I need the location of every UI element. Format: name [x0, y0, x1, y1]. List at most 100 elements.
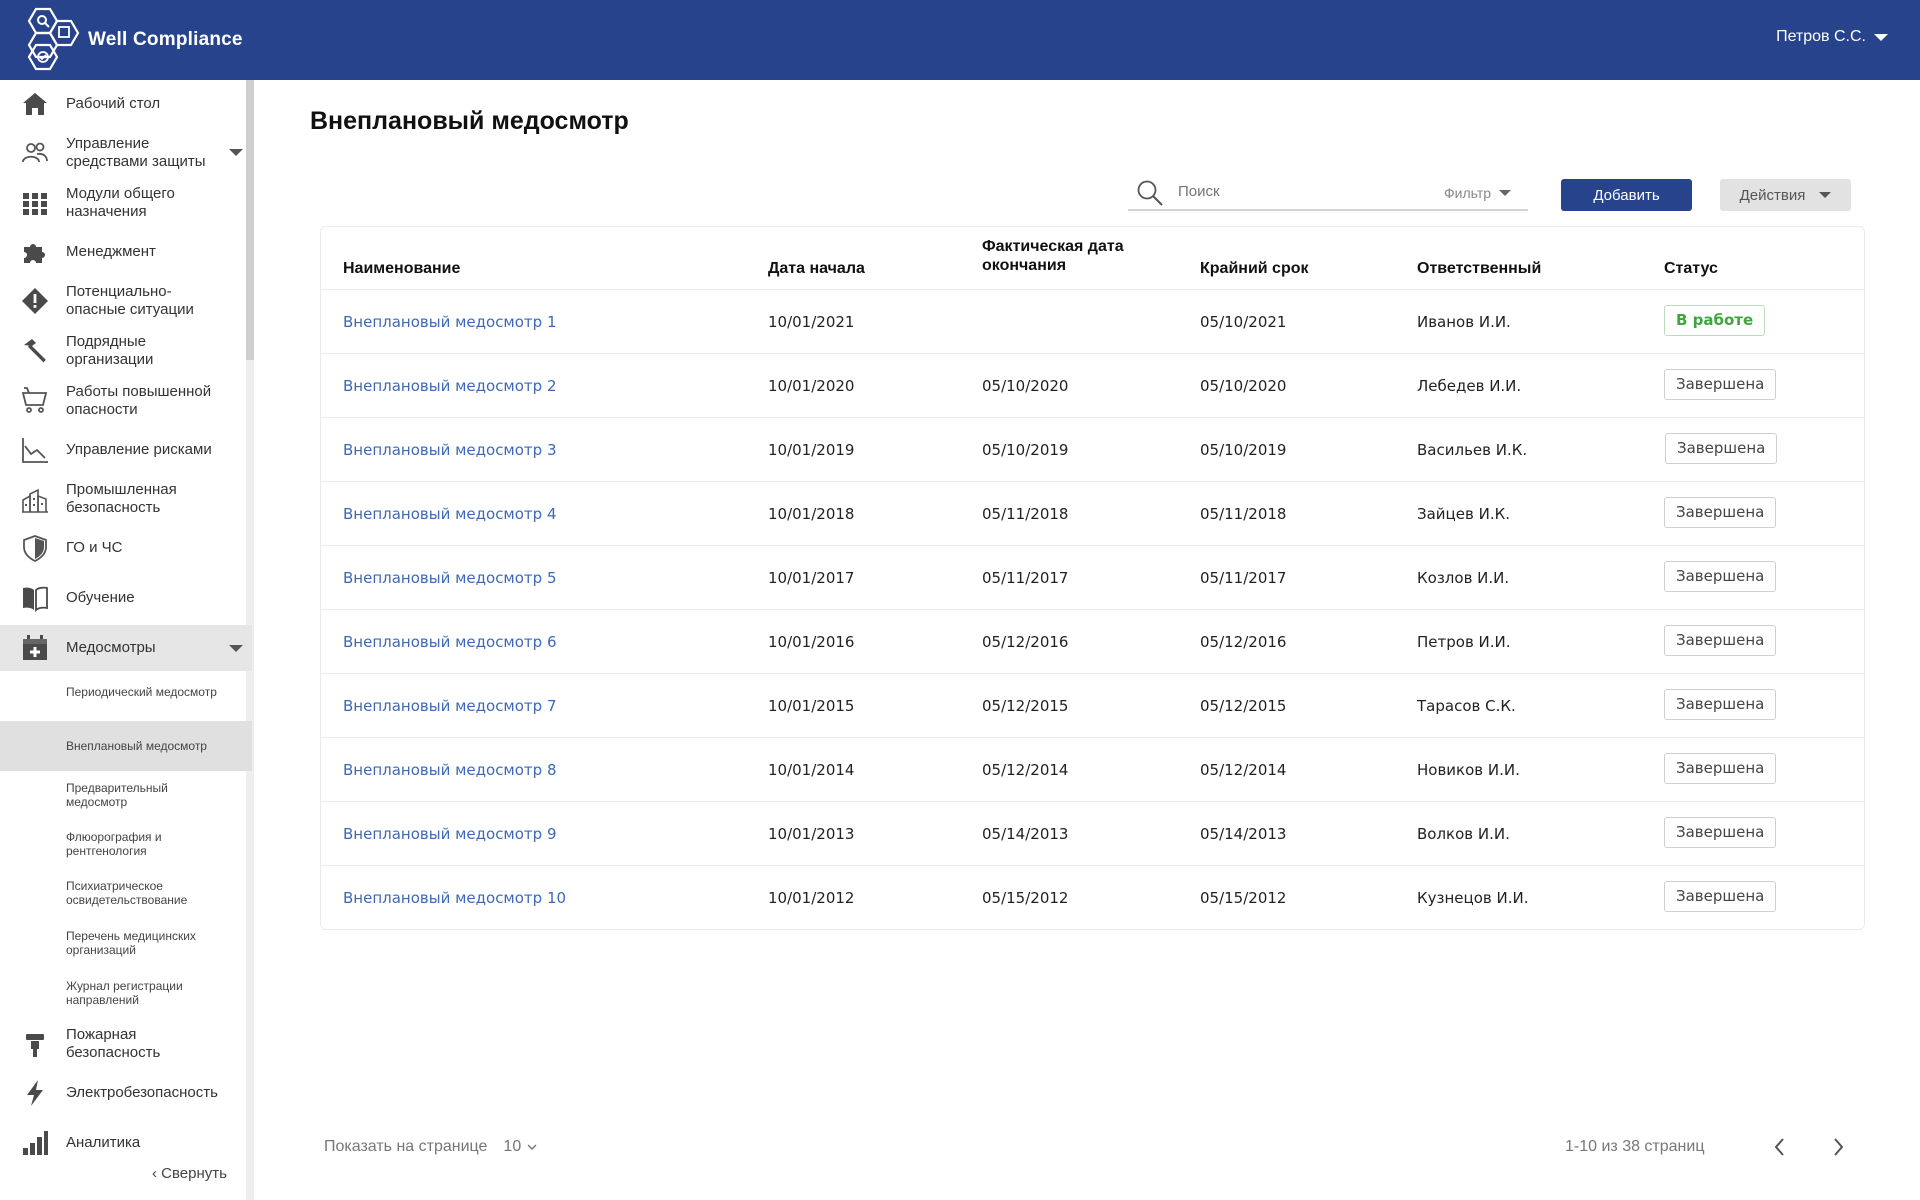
medical-calendar-icon: [21, 634, 49, 662]
sidebar-item-label: Электробезопасность: [66, 1084, 218, 1101]
table-row[interactable]: Внеплановый медосмотр 7 10/01/2015 05/12/2…: [321, 673, 1864, 737]
sidebar-item-analytics[interactable]: Аналитика: [0, 1117, 252, 1167]
filter-dropdown[interactable]: Фильтр: [1444, 185, 1512, 201]
column-header-start-date[interactable]: Дата начала: [768, 259, 865, 278]
chevron-down-icon: [527, 1144, 537, 1151]
table-row[interactable]: Внеплановый медосмотр 5 10/01/2017 05/11/2…: [321, 545, 1864, 609]
sidebar-item-fire-safety[interactable]: Пожарная безопасность: [0, 1019, 252, 1069]
sidebar-item-risks[interactable]: Управление рисками: [0, 426, 252, 474]
cell-name-link[interactable]: Внеплановый медосмотр 9: [343, 825, 557, 843]
subitem-unplanned-exam[interactable]: Внеплановый медосмотр: [0, 721, 252, 771]
cell-name-link[interactable]: Внеплановый медосмотр 4: [343, 505, 557, 523]
subitem-label: Перечень медицинских организаций: [66, 929, 196, 957]
cell-name-link[interactable]: Внеплановый медосмотр 3: [343, 441, 557, 459]
factory-icon: [21, 486, 49, 514]
sidebar-item-medical-exams[interactable]: Медосмотры: [0, 625, 252, 671]
home-icon: [21, 90, 49, 118]
chevron-left-icon[interactable]: [1766, 1133, 1794, 1161]
chevron-down-icon: [1499, 190, 1512, 196]
cell-actual-end-date: 05/11/2017: [982, 569, 1069, 587]
hammer-icon: [21, 337, 49, 365]
sidebar-item-label: Обучение: [66, 589, 135, 606]
page-size-select[interactable]: 10: [503, 1138, 537, 1156]
sidebar-item-electrical-safety[interactable]: Электробезопасность: [0, 1069, 252, 1117]
table-row[interactable]: Внеплановый медосмотр 6 10/01/2016 05/12/2…: [321, 609, 1864, 673]
table-row[interactable]: Внеплановый медосмотр 8 10/01/2014 05/12/2…: [321, 737, 1864, 801]
search-icon[interactable]: [1136, 179, 1164, 207]
table-row[interactable]: Внеплановый медосмотр 2 10/01/2020 05/10/2…: [321, 353, 1864, 417]
sidebar-item-general-modules[interactable]: Модули общего назначения: [0, 178, 252, 228]
cell-name-link[interactable]: Внеплановый медосмотр 2: [343, 377, 557, 395]
column-header-deadline[interactable]: Крайний срок: [1200, 259, 1309, 278]
cell-deadline: 05/10/2019: [1200, 441, 1287, 459]
cell-name-link[interactable]: Внеплановый медосмотр 5: [343, 569, 557, 587]
page-size-label: Показать на странице: [324, 1138, 488, 1155]
sidebar-item-training[interactable]: Обучение: [0, 572, 252, 622]
chevron-down-icon: [1819, 192, 1832, 198]
add-button[interactable]: Добавить: [1561, 179, 1692, 211]
table-row[interactable]: Внеплановый медосмотр 1 10/01/2021 05/10/2…: [321, 289, 1864, 353]
puzzle-icon: [21, 238, 49, 266]
sidebar-item-label: Работы повышенной опасности: [66, 383, 212, 418]
subitem-medical-orgs[interactable]: Перечень медицинских организаций: [0, 920, 252, 968]
table-row[interactable]: Внеплановый медосмотр 4 10/01/2018 05/11/2…: [321, 481, 1864, 545]
exams-table: Наименование Дата начала Фактическая дат…: [320, 226, 1865, 930]
cell-deadline: 05/12/2015: [1200, 697, 1287, 715]
subitem-psychiatric[interactable]: Психиатрическое освидетельствование: [0, 871, 252, 919]
chevron-right-icon[interactable]: [1824, 1133, 1852, 1161]
actions-dropdown[interactable]: Действия: [1720, 179, 1851, 211]
sidebar-item-management[interactable]: Менеджмент: [0, 228, 252, 276]
chevron-down-icon: [229, 149, 243, 156]
page-size-value: 10: [503, 1138, 522, 1155]
sidebar-item-protection[interactable]: Управление средствами защиты: [0, 128, 252, 178]
sidebar-item-dashboard[interactable]: Рабочий стол: [0, 80, 252, 128]
cell-start-date: 10/01/2018: [768, 505, 855, 523]
cell-name-link[interactable]: Внеплановый медосмотр 7: [343, 697, 557, 715]
sidebar-item-contractors[interactable]: Подрядные организации: [0, 326, 252, 376]
sidebar-item-label: Медосмотры: [66, 639, 156, 656]
subitem-fluorography[interactable]: Флюорография и рентгенология: [0, 822, 252, 870]
column-header-name[interactable]: Наименование: [343, 259, 460, 278]
bar-chart-icon: [21, 1129, 49, 1157]
cell-name-link[interactable]: Внеплановый медосмотр 10: [343, 889, 566, 907]
subitem-label: Периодический медосмотр: [66, 685, 217, 699]
cell-start-date: 10/01/2013: [768, 825, 855, 843]
column-header-status[interactable]: Статус: [1664, 259, 1718, 278]
top-bar: Well Compliance Петров С.С.: [0, 0, 1920, 80]
sidebar-item-label: Управление средствами защиты: [66, 135, 206, 170]
grid-icon: [21, 190, 49, 218]
sidebar-item-industrial-safety[interactable]: Промышленная безопасность: [0, 474, 252, 524]
table-row[interactable]: Внеплановый медосмотр 10 10/01/2012 05/15/…: [321, 865, 1864, 929]
cell-deadline: 05/14/2013: [1200, 825, 1287, 843]
filter-label: Фильтр: [1444, 185, 1492, 201]
table-row[interactable]: Внеплановый медосмотр 9 10/01/2013 05/14/2…: [321, 801, 1864, 865]
user-menu[interactable]: Петров С.С.: [1776, 28, 1888, 46]
cell-name-link[interactable]: Внеплановый медосмотр 1: [343, 313, 557, 331]
shield-icon: [21, 534, 49, 562]
table-row[interactable]: Внеплановый медосмотр 3 10/01/2019 05/10/2…: [321, 417, 1864, 481]
subitem-referral-journal[interactable]: Журнал регистрации направлений: [0, 969, 252, 1017]
collapse-sidebar-link[interactable]: ‹ Свернуть: [152, 1165, 227, 1182]
search-input[interactable]: [1178, 183, 1418, 200]
brand[interactable]: Well Compliance: [18, 7, 243, 73]
search-bar[interactable]: Фильтр: [1128, 176, 1528, 211]
user-name: Петров С.С.: [1776, 28, 1866, 45]
cell-responsible: Петров И.И.: [1417, 633, 1511, 651]
sidebar-item-hazard[interactable]: Потенциально-опасные ситуации: [0, 276, 252, 326]
subitem-periodic-exam[interactable]: Периодический медосмотр: [0, 677, 252, 717]
cell-name-link[interactable]: Внеплановый медосмотр 6: [343, 633, 557, 651]
subitem-preliminary-exam[interactable]: Предварительный медосмотр: [0, 773, 252, 821]
cell-actual-end-date: 05/12/2014: [982, 761, 1069, 779]
sidebar-item-label: Пожарная безопасность: [66, 1026, 161, 1061]
column-header-responsible[interactable]: Ответственный: [1417, 259, 1541, 278]
status-badge: Завершена: [1664, 689, 1777, 720]
column-header-actual-end-date[interactable]: Фактическая дата окончания: [982, 237, 1142, 275]
cell-responsible: Иванов И.И.: [1417, 313, 1511, 331]
sidebar-item-high-risk-works[interactable]: Работы повышенной опасности: [0, 376, 252, 426]
cell-name-link[interactable]: Внеплановый медосмотр 8: [343, 761, 557, 779]
status-badge: В работе: [1664, 305, 1766, 336]
cell-deadline: 05/15/2012: [1200, 889, 1287, 907]
cell-actual-end-date: 05/14/2013: [982, 825, 1069, 843]
sidebar-item-label: Управление рисками: [66, 441, 212, 458]
sidebar-item-civil-defense[interactable]: ГО и ЧС: [0, 524, 252, 572]
